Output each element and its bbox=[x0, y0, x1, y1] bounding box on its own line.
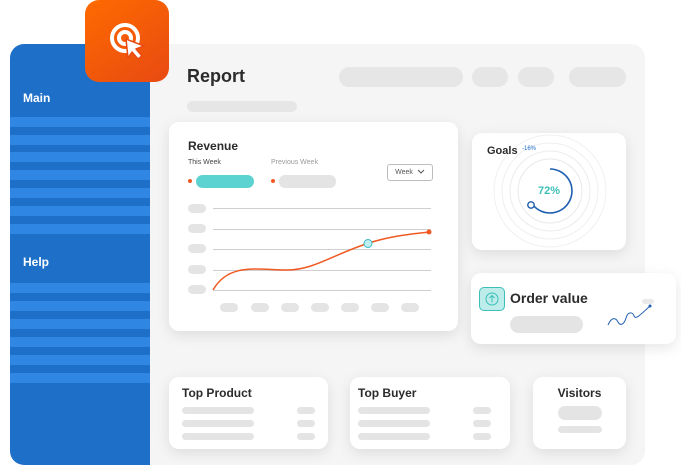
list-item bbox=[182, 407, 254, 414]
sidebar-item[interactable] bbox=[10, 188, 150, 198]
list-item-value bbox=[297, 433, 315, 440]
x-tick-label bbox=[251, 303, 269, 312]
list-item bbox=[358, 420, 430, 427]
header-button[interactable] bbox=[518, 67, 554, 87]
revenue-line-chart bbox=[212, 229, 432, 291]
sidebar-item[interactable] bbox=[10, 319, 150, 329]
sidebar-item[interactable] bbox=[10, 337, 150, 347]
sidebar-item-main[interactable]: Main bbox=[23, 91, 50, 105]
x-tick-label bbox=[371, 303, 389, 312]
sidebar-item[interactable] bbox=[10, 170, 150, 180]
goals-change-badge: -16% bbox=[522, 146, 537, 152]
x-tick-label bbox=[401, 303, 419, 312]
sidebar-item[interactable] bbox=[10, 373, 150, 383]
hover-point[interactable] bbox=[363, 239, 373, 248]
order-value-amount bbox=[510, 316, 583, 333]
header-button[interactable] bbox=[472, 67, 508, 87]
list-item bbox=[358, 407, 430, 414]
x-tick-label bbox=[341, 303, 359, 312]
sidebar-item[interactable] bbox=[10, 152, 150, 162]
list-item-value bbox=[473, 420, 491, 427]
goals-progress-handle bbox=[527, 201, 535, 209]
breadcrumb bbox=[187, 101, 297, 112]
cursor-click-icon bbox=[110, 23, 145, 60]
sidebar-item[interactable] bbox=[10, 355, 150, 365]
search-bar[interactable] bbox=[339, 67, 463, 87]
arrow-up-icon bbox=[479, 287, 505, 311]
list-item-value bbox=[473, 433, 491, 440]
top-buyer-title: Top Buyer bbox=[358, 386, 417, 400]
sidebar-item[interactable] bbox=[10, 135, 150, 145]
goals-percentage: 72% bbox=[538, 185, 561, 197]
list-item bbox=[358, 433, 430, 440]
app-logo bbox=[85, 0, 169, 82]
x-tick-label bbox=[220, 303, 238, 312]
sidebar-item[interactable] bbox=[10, 301, 150, 311]
list-item bbox=[182, 433, 254, 440]
header-button[interactable] bbox=[569, 67, 626, 87]
visitors-subtext bbox=[558, 426, 602, 433]
list-item-value bbox=[297, 420, 315, 427]
list-item-value bbox=[297, 407, 315, 414]
x-tick-label bbox=[281, 303, 299, 312]
sidebar-item[interactable] bbox=[10, 224, 150, 234]
visitors-count bbox=[558, 406, 602, 420]
visitors-title: Visitors bbox=[557, 386, 602, 400]
order-value-title: Order value bbox=[510, 290, 588, 306]
top-product-title: Top Product bbox=[182, 386, 252, 400]
sidebar-item[interactable] bbox=[10, 283, 150, 293]
revenue-line bbox=[212, 231, 430, 291]
order-value-sparkline bbox=[607, 299, 654, 326]
page-title: Report bbox=[187, 66, 245, 86]
x-tick-label bbox=[311, 303, 329, 312]
sidebar-item[interactable] bbox=[10, 117, 150, 127]
goals-title: Goals bbox=[487, 145, 518, 157]
list-item bbox=[182, 420, 254, 427]
sidebar-item-help[interactable]: Help bbox=[23, 255, 49, 269]
sidebar-item[interactable] bbox=[10, 206, 150, 216]
list-item-value bbox=[473, 407, 491, 414]
end-point bbox=[426, 229, 432, 235]
